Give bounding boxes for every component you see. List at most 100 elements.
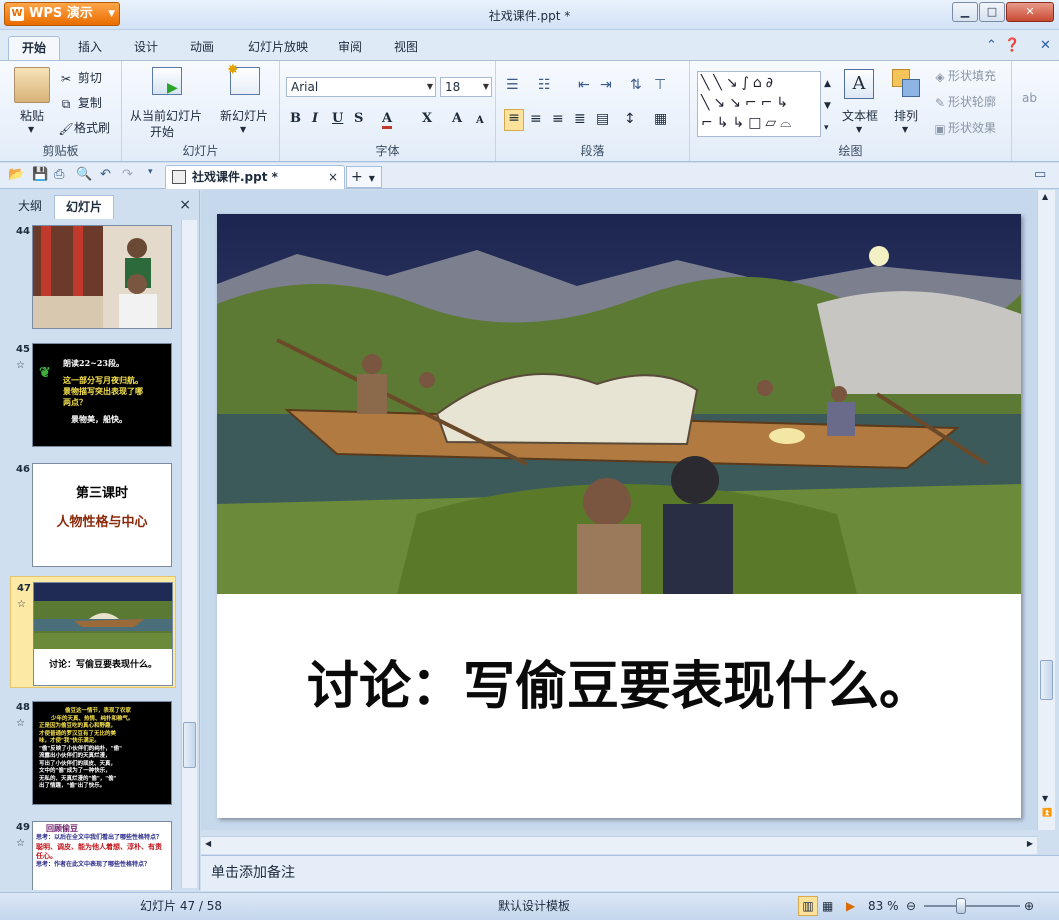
scroll-down-icon[interactable]: ▼ — [1042, 794, 1048, 803]
tab-review[interactable]: 审阅 — [330, 36, 370, 60]
paste-icon[interactable] — [14, 67, 50, 103]
slide-thumbnail-46[interactable]: 46 第三课时 人物性格与中心 — [10, 458, 176, 570]
text-direction-icon[interactable]: ⇅ — [630, 77, 642, 93]
new-slide-dropdown-icon[interactable]: ▼ — [240, 125, 246, 134]
zoom-slider[interactable] — [924, 905, 1020, 907]
increase-indent-icon[interactable]: ⇥ — [600, 77, 612, 93]
template-name[interactable]: 默认设计模板 — [498, 893, 570, 919]
numbered-list-icon[interactable]: ☷ — [538, 77, 551, 93]
print-icon[interactable]: ⎙ — [54, 167, 64, 182]
decrease-indent-icon[interactable]: ⇤ — [578, 77, 590, 93]
arrange-button[interactable]: 排列 — [894, 107, 918, 124]
thumbnail-scrollbar[interactable] — [181, 220, 197, 888]
zoom-in-icon[interactable]: ⊕ — [1024, 893, 1034, 919]
grow-font-button[interactable]: A — [452, 111, 462, 126]
tab-design[interactable]: 设计 — [126, 36, 166, 60]
new-slide-icon[interactable]: ✸ — [227, 62, 260, 95]
notes-pane[interactable]: 单击添加备注 — [201, 855, 1059, 891]
previous-slide-icon[interactable]: ⏫ — [1042, 808, 1052, 817]
shape-effect-button[interactable]: ▣ 形状效果 — [932, 119, 996, 137]
shape-fill-button[interactable]: ◈ 形状填充 — [932, 67, 996, 85]
new-slide-button[interactable]: 新幻灯片 — [220, 107, 268, 124]
columns-icon[interactable]: ▦ — [654, 111, 667, 127]
scrollbar-thumb[interactable] — [183, 722, 196, 768]
maximize-button[interactable]: □ — [979, 2, 1005, 22]
slide-thumbnail-44[interactable]: 44 — [10, 220, 176, 332]
superscript-button[interactable]: X — [422, 111, 432, 126]
scroll-up-icon[interactable]: ▲ — [1042, 192, 1048, 201]
canvas-scrollbar-thumb[interactable] — [1040, 660, 1053, 700]
format-painter-button[interactable]: 🖌格式刷 — [58, 119, 110, 137]
shape-gallery[interactable]: ╲╲↘∫⌂∂ ╲↘↘⌐⌐↳ ⌐↳↳□▱⌓ — [697, 71, 821, 137]
close-tab-icon[interactable]: × — [328, 166, 338, 188]
save-icon[interactable]: 💾 — [32, 167, 48, 182]
close-doc-icon[interactable]: ✕ — [1040, 38, 1051, 53]
justify-button[interactable]: ≣ — [574, 111, 586, 127]
customize-icon[interactable]: ▾ — [148, 167, 153, 177]
italic-button[interactable]: I — [312, 111, 318, 126]
align-text-icon[interactable]: ⊤ — [654, 77, 666, 93]
slide-illustration[interactable] — [217, 214, 1021, 594]
paste-button[interactable]: 粘贴 — [20, 107, 44, 124]
tab-view[interactable]: 视图 — [386, 36, 426, 60]
arrange-dropdown-icon[interactable]: ▼ — [902, 125, 908, 134]
canvas-horizontal-scrollbar[interactable]: ◀ ▶ — [201, 836, 1037, 854]
close-panel-icon[interactable]: × — [179, 197, 191, 213]
arrange-icon[interactable] — [892, 69, 922, 99]
copy-button[interactable]: ⧉ 复制 — [58, 94, 102, 112]
normal-view-icon[interactable]: ▥ — [798, 896, 818, 916]
undo-icon[interactable]: ↶ — [100, 167, 111, 182]
tab-home[interactable]: 开始 — [8, 36, 60, 60]
slideshow-icon[interactable]: ▶ — [846, 893, 855, 919]
scroll-right-icon[interactable]: ▶ — [1027, 839, 1033, 848]
cut-button[interactable]: ✂ 剪切 — [58, 69, 102, 87]
text-box-dropdown-icon[interactable]: ▼ — [856, 125, 862, 134]
font-color-button[interactable]: A — [382, 111, 393, 129]
slide-thumbnail-47[interactable]: 47 ☆ 讨论：写偷豆要表现什么。 — [10, 576, 176, 688]
tab-outline[interactable]: 大纲 — [8, 195, 52, 219]
shape-outline-button[interactable]: ✎ 形状轮廓 — [932, 93, 996, 111]
open-icon[interactable]: 📂 — [8, 167, 24, 182]
canvas-vertical-scrollbar[interactable]: ▲ ▼ ⏫ — [1037, 190, 1055, 830]
zoom-level[interactable]: 83 % — [868, 893, 899, 919]
print-preview-icon[interactable]: 🔍 — [76, 167, 92, 182]
bullet-list-icon[interactable]: ☰ — [506, 77, 519, 93]
text-box-button[interactable]: 文本框 — [842, 107, 878, 124]
current-slide[interactable]: 讨论：写偷豆要表现什么。 — [217, 214, 1021, 818]
minimize-button[interactable]: ▁ — [952, 2, 978, 22]
play-from-current-icon[interactable]: ▶ — [152, 67, 182, 96]
paste-dropdown-icon[interactable]: ▼ — [28, 125, 34, 134]
font-name-field[interactable]: Arial ▼ — [286, 77, 436, 97]
tab-insert[interactable]: 插入 — [70, 36, 110, 60]
more-ribbon-icon[interactable]: ab — [1022, 91, 1037, 105]
close-button[interactable]: ✕ — [1006, 2, 1054, 22]
start-label[interactable]: 开始 — [150, 123, 174, 140]
underline-button[interactable]: U — [332, 111, 343, 126]
distribute-button[interactable]: ▤ — [596, 111, 609, 127]
gallery-scroll-icon[interactable]: ▲ ▼ ▾ — [824, 73, 831, 139]
from-current-slide-button[interactable]: 从当前幻灯片 — [130, 107, 202, 124]
slide-thumbnail-45[interactable]: 45 ☆ 朗读22~23段。 这一部分写月夜归航。 景物描写突出表现了哪 两点？… — [10, 338, 176, 450]
font-size-field[interactable]: 18 ▼ — [440, 77, 492, 97]
scroll-left-icon[interactable]: ◀ — [205, 839, 211, 848]
text-box-icon[interactable]: A — [844, 69, 874, 99]
slide-thumbnail-48[interactable]: 48 ☆ 偷豆这一情节，表现了农家 少年的天真、热情、纯朴和稚气。 正是因为偷豆… — [10, 696, 176, 808]
redo-icon[interactable]: ↷ — [122, 167, 133, 182]
window-mode-icon[interactable]: ▭ — [1034, 167, 1046, 182]
bold-button[interactable]: B — [290, 111, 301, 126]
line-spacing-icon[interactable]: ↕ — [624, 111, 636, 127]
align-left-button[interactable]: ≡ — [504, 109, 524, 131]
slide-sorter-icon[interactable]: ▦ — [822, 893, 833, 919]
help-icon[interactable]: ❓ — [1004, 38, 1020, 53]
slide-title[interactable]: 讨论：写偷豆要表现什么。 — [217, 644, 1021, 719]
tab-animation[interactable]: 动画 — [182, 36, 222, 60]
zoom-out-icon[interactable]: ⊖ — [906, 893, 916, 919]
zoom-slider-handle[interactable] — [956, 898, 966, 914]
collapse-ribbon-icon[interactable]: ⌃ — [986, 38, 997, 53]
new-tab-button[interactable]: + ▼ — [346, 166, 382, 188]
shrink-font-button[interactable]: A — [476, 115, 484, 126]
shadow-button[interactable]: S — [354, 111, 363, 126]
align-center-button[interactable]: ≡ — [530, 111, 542, 127]
align-right-button[interactable]: ≡ — [552, 111, 564, 127]
tab-slideshow[interactable]: 幻灯片放映 — [240, 36, 316, 60]
